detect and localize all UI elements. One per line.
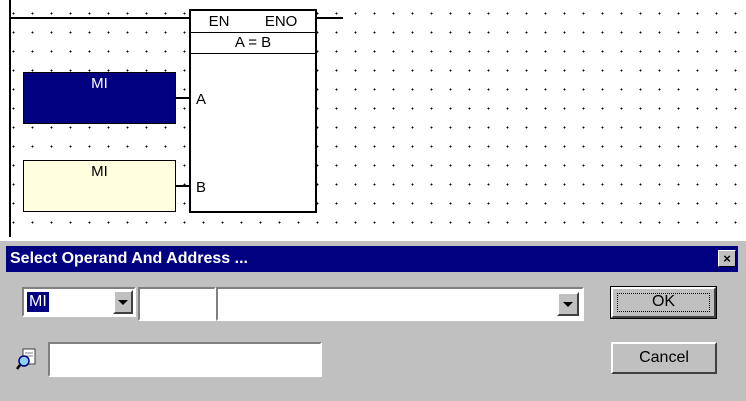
eno-pin-label: ENO [264,13,298,30]
chevron-down-icon [563,301,573,307]
cancel-label: Cancel [639,349,689,366]
pin-a-label: A [196,91,207,108]
cancel-button[interactable]: Cancel [611,342,717,374]
ok-button[interactable]: OK [610,286,717,319]
select-operand-dialog: Select Operand And Address ... × MI OK C… [0,239,746,401]
operand-a-label: MI [91,75,108,92]
close-icon[interactable]: × [718,250,736,267]
operand-type-value: MI [26,291,50,313]
operand-a-box[interactable]: MI [23,72,176,124]
search-icon[interactable] [15,347,43,373]
operand-type-select[interactable]: MI [22,287,136,317]
search-input[interactable] [48,342,322,377]
rung-line-left [11,17,189,19]
operand-type-dropdown-button[interactable] [113,290,133,314]
address-input[interactable] [138,287,216,321]
left-power-rail [9,0,11,237]
block-function-label: A = B [191,33,315,54]
focus-rect [617,293,710,312]
rung-line-right [317,17,343,19]
pin-a-connector [176,97,190,99]
address-description-select[interactable] [216,287,584,321]
chevron-down-icon [118,299,128,305]
ladder-canvas[interactable]: MI MI EN ENO A = B A B [0,0,746,237]
block-header: EN ENO [191,11,315,33]
pin-b-label: B [196,179,207,196]
operand-b-box[interactable]: MI [23,160,176,212]
dialog-title: Select Operand And Address ... [10,250,248,267]
en-pin-label: EN [208,13,230,30]
operand-b-label: MI [91,163,108,180]
compare-function-block[interactable]: EN ENO A = B A B [189,9,317,213]
pin-b-connector [176,185,190,187]
dialog-titlebar[interactable]: Select Operand And Address ... × [6,246,738,272]
description-dropdown-button[interactable] [557,292,579,316]
